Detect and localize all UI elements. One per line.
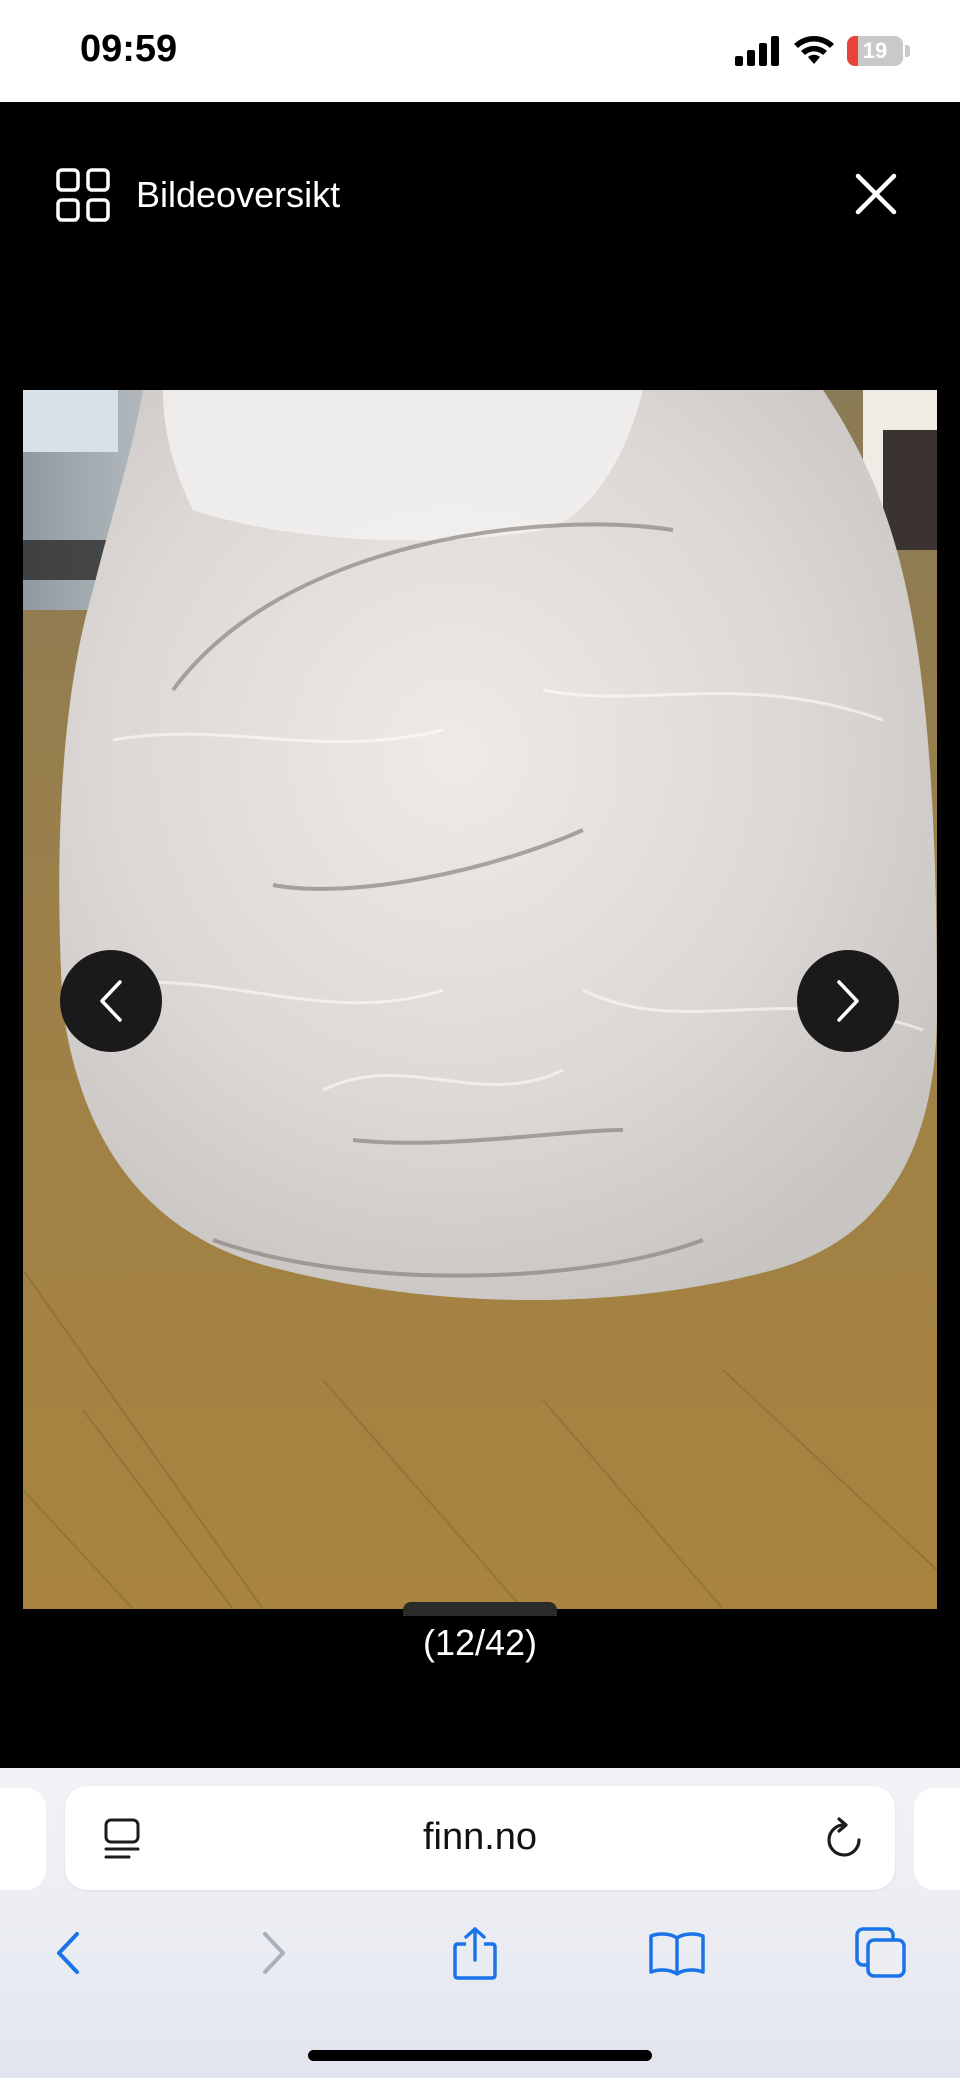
close-button[interactable] [854,172,898,216]
next-tab-preview[interactable] [914,1788,960,1890]
browser-toolbar [0,1918,960,1998]
gallery-header: Bildeoversikt [0,102,960,287]
back-button[interactable] [32,1918,102,1988]
address-bar[interactable]: finn.no [65,1786,895,1890]
bookmarks-icon [649,1932,705,1976]
status-bar: 09:59 19 [0,0,960,102]
grid-icon [56,168,110,222]
battery-level: 19 [862,38,888,63]
forward-button[interactable] [240,1918,310,1988]
next-image-button[interactable] [797,950,899,1052]
image-overview-label: Bildeoversikt [136,174,341,215]
url-text: finn.no [422,1816,538,1858]
bookmarks-button[interactable] [642,1918,712,1988]
share-button[interactable] [440,1918,510,1988]
browser-chrome: finn.no [0,1768,960,2078]
cellular-signal-icon [735,36,779,66]
battery-tip [905,45,910,57]
back-icon [57,1932,79,1974]
chevron-right-icon [837,980,859,1022]
tabs-button[interactable] [846,1918,916,1988]
status-icons: 19 [735,36,910,66]
battery-icon: 19 [847,36,903,66]
wifi-icon [794,36,834,64]
tabs-icon [855,1927,906,1978]
reload-icon [827,1817,861,1857]
image-counter: (12/42) [422,1622,538,1663]
status-time: 09:59 [80,28,178,70]
close-icon [855,173,897,215]
counter-tab [403,1602,557,1616]
reload-button[interactable] [825,1816,865,1865]
previous-tab-preview[interactable] [0,1788,46,1890]
chevron-left-icon [100,980,122,1022]
battery-fill [847,36,858,66]
image-overview-button[interactable]: Bildeoversikt [56,168,340,222]
previous-image-button[interactable] [60,950,162,1052]
forward-icon [263,1932,285,1974]
share-icon [453,1927,497,1980]
home-indicator [308,2050,652,2061]
